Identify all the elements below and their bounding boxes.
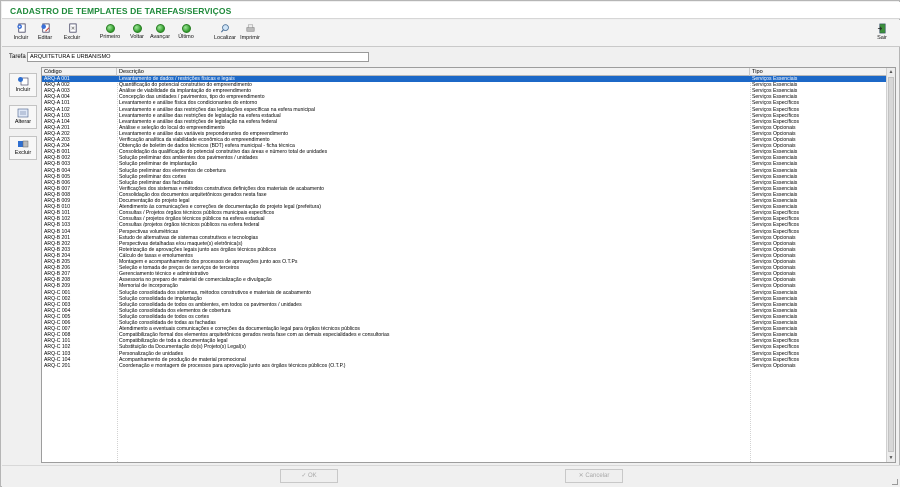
avancar-button[interactable]: Avançar [148,23,172,45]
edit-document-icon [40,23,50,33]
next-record-icon [155,24,165,33]
sair-button[interactable]: Sair [872,23,892,45]
side-incluir-button[interactable]: Incluir [9,73,37,97]
add-document-icon [16,23,26,33]
scroll-down-icon[interactable]: ▼ [887,454,895,462]
column-header-descricao[interactable]: Descrição [117,68,750,76]
side-alterar-button[interactable]: Alterar [9,105,37,129]
cell-tipo: Serviços Opcionais [752,362,796,369]
tarefa-label: Tarefa [9,54,26,60]
excluir-button[interactable]: Excluir [60,23,84,45]
cell-descricao: Coordenação e montagem de processos para… [119,362,346,369]
cell-codigo: ARQ-C 201 [44,362,71,369]
column-header-tipo[interactable]: Tipo [750,68,887,76]
exit-door-icon [877,23,886,34]
scroll-up-icon[interactable]: ▲ [887,68,895,76]
ultimo-button[interactable]: Último [175,23,197,45]
templates-grid[interactable]: Código Descrição Tipo ARQ-A 001 Levantame… [41,67,896,463]
localizar-button[interactable]: Localizar [212,23,238,45]
search-icon [220,24,229,33]
last-record-icon [181,24,191,33]
title-bar: CADASTRO DE TEMPLATES DE TAREFAS/SERVIÇO… [2,2,900,19]
column-header-codigo[interactable]: Código [42,68,117,76]
main-window: CADASTRO DE TEMPLATES DE TAREFAS/SERVIÇO… [0,0,900,487]
ok-button[interactable]: ✓ OK [280,469,338,483]
side-excluir-button[interactable]: Excluir [9,136,37,160]
resize-grip-icon[interactable] [892,479,898,485]
voltar-button[interactable]: Voltar [126,23,148,45]
cancel-button[interactable]: ✕ Cancelar [565,469,623,483]
imprimir-button[interactable]: Imprimir [238,23,262,45]
edit-row-icon [17,108,29,118]
add-row-icon [18,77,29,86]
table-row[interactable]: ARQ-C 201 Coordenação e montagem de proce… [42,363,887,369]
first-record-icon [105,24,115,33]
window-title: CADASTRO DE TEMPLATES DE TAREFAS/SERVIÇO… [10,6,232,16]
editar-button[interactable]: Editar [34,23,56,45]
scroll-thumb[interactable] [888,77,894,452]
toolbar: Incluir Editar Excluir Primeiro Voltar A… [2,20,900,47]
tarefa-field[interactable]: ARQUITETURA E URBANISMO [27,52,369,62]
printer-icon [246,24,254,32]
delete-document-icon [68,23,77,33]
grid-header: Código Descrição Tipo [42,68,887,76]
incluir-button[interactable]: Incluir [10,23,32,45]
vertical-scrollbar[interactable]: ▲ ▼ [886,68,895,462]
delete-row-icon [18,140,29,148]
bottom-bar: ✓ OK ✕ Cancelar [2,465,900,487]
check-icon: ✓ [301,473,309,479]
previous-record-icon [132,24,142,33]
primeiro-button[interactable]: Primeiro [98,23,122,45]
